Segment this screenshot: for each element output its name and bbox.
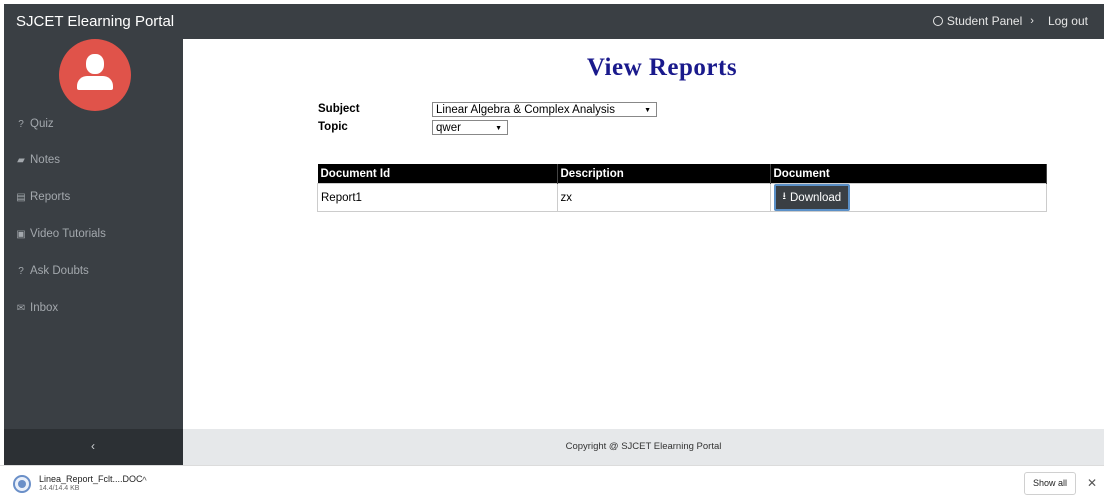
sidebar-item-notes[interactable]: ▰ Notes xyxy=(16,154,60,166)
chevron-right-icon: › xyxy=(1030,15,1034,27)
download-button[interactable]: ⭳ Download xyxy=(773,184,851,211)
chevron-up-icon[interactable]: ^ xyxy=(142,476,147,487)
topic-label: Topic xyxy=(318,121,348,133)
close-icon[interactable]: ✕ xyxy=(1087,476,1097,490)
column-header-description: Description xyxy=(557,164,771,184)
nav-right: Student Panel › Log out xyxy=(932,14,1088,28)
sidebar-item-quiz[interactable]: ? Quiz xyxy=(16,118,54,130)
downloads-bar: Linea_Report_Fclt....DOC 14.4/14.4 KB ^ … xyxy=(0,465,1104,501)
question-circle-icon: ? xyxy=(18,118,24,130)
question-circle-icon: ? xyxy=(18,265,24,277)
sidebar-item-label: Ask Doubts xyxy=(30,265,89,277)
sidebar-item-label: Inbox xyxy=(30,302,59,314)
video-file-icon: ▣ xyxy=(16,228,26,240)
logout-link[interactable]: Log out xyxy=(1048,14,1088,28)
sidebar: ? Quiz ▰ Notes ▤ Reports ▣ Video Tutoria… xyxy=(4,39,183,429)
copyright-text: Copyright @ SJCET Elearning Portal xyxy=(565,441,722,452)
dropdown-caret-icon: ▼ xyxy=(495,125,502,132)
student-panel-link[interactable]: Student Panel xyxy=(947,14,1022,28)
subject-select-value: Linear Algebra & Complex Analysis xyxy=(436,104,615,116)
sidebar-item-video-tutorials[interactable]: ▣ Video Tutorials xyxy=(16,228,106,240)
sidebar-item-label: Video Tutorials xyxy=(30,228,106,240)
collapse-sidebar-icon[interactable]: ‹ xyxy=(91,439,95,453)
envelope-icon: ✉ xyxy=(16,302,26,314)
page-footer: Copyright @ SJCET Elearning Portal xyxy=(183,429,1104,465)
sidebar-item-ask-doubts[interactable]: ? Ask Doubts xyxy=(16,265,89,277)
top-navbar: SJCET Elearning Portal Student Panel › L… xyxy=(4,4,1104,39)
sidebar-footer: ‹ xyxy=(4,429,183,465)
cell-document-id: Report1 xyxy=(317,183,558,212)
sidebar-item-reports[interactable]: ▤ Reports xyxy=(16,191,70,203)
sidebar-item-inbox[interactable]: ✉ Inbox xyxy=(16,302,58,314)
column-header-document-id: Document Id xyxy=(317,164,558,184)
dropdown-caret-icon: ▼ xyxy=(644,107,651,114)
cell-document: ⭳ Download xyxy=(769,183,1047,212)
topic-select-value: qwer xyxy=(436,122,461,134)
cell-description: zx xyxy=(556,183,771,212)
page-title: View Reports xyxy=(586,54,738,81)
topic-select[interactable]: qwer ▼ xyxy=(432,120,508,135)
download-file-name[interactable]: Linea_Report_Fclt....DOC xyxy=(39,474,143,484)
subject-select[interactable]: Linear Algebra & Complex Analysis ▼ xyxy=(432,102,657,117)
subject-label: Subject xyxy=(318,103,360,115)
show-all-button[interactable]: Show all xyxy=(1024,472,1076,495)
sidebar-item-label: Quiz xyxy=(30,118,54,130)
avatar xyxy=(59,39,131,111)
file-icon: ▤ xyxy=(16,191,26,203)
download-file-size: 14.4/14.4 KB xyxy=(39,485,80,492)
table-row: Report1 zx ⭳ Download xyxy=(317,183,1047,212)
sidebar-item-label: Notes xyxy=(30,154,61,166)
column-header-document: Document xyxy=(770,164,1047,184)
document-file-icon[interactable] xyxy=(13,475,31,493)
book-icon: ▰ xyxy=(17,154,25,166)
download-button-label: Download xyxy=(790,191,842,204)
table-header-row: Document Id Description Document xyxy=(317,164,1047,184)
download-icon: ⭳ xyxy=(782,191,787,202)
sidebar-item-label: Reports xyxy=(30,191,71,203)
reports-table: Document Id Description Document Report1… xyxy=(317,164,1047,212)
avatar-torso xyxy=(77,76,113,90)
user-circle-icon xyxy=(932,16,943,26)
brand-title[interactable]: SJCET Elearning Portal xyxy=(16,13,174,30)
avatar-head xyxy=(86,54,104,74)
